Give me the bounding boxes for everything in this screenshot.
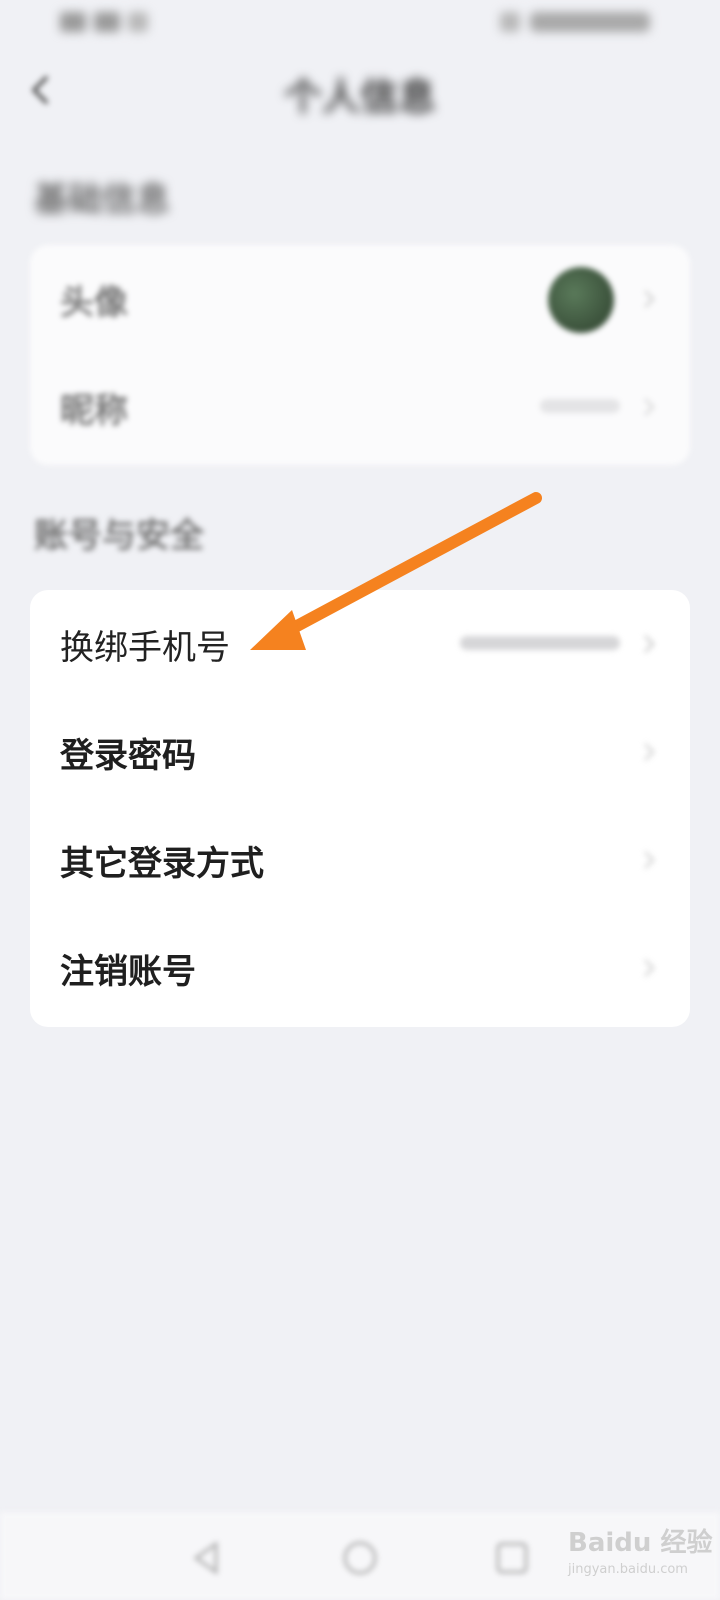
row-change-phone[interactable]: 换绑手机号 <box>30 590 690 698</box>
phone-value <box>460 636 620 650</box>
row-label: 昵称 <box>60 391 128 431</box>
chevron-right-icon <box>644 851 655 869</box>
battery-icon <box>500 12 520 32</box>
row-delete-account[interactable]: 注销账号 <box>30 914 690 1022</box>
chevron-right-icon <box>644 398 655 416</box>
account-security-card: 换绑手机号 登录密码 其它登录方式 注销账号 <box>30 590 690 1027</box>
basic-info-card: 头像 昵称 <box>30 245 690 465</box>
chevron-right-icon <box>644 743 655 761</box>
status-left-icons <box>60 12 148 32</box>
baidu-watermark: Baidu 经验 jingyan.baidu.com <box>568 1522 712 1586</box>
row-nickname[interactable]: 昵称 <box>30 353 690 461</box>
row-label: 登录密码 <box>60 736 196 776</box>
row-other-login[interactable]: 其它登录方式 <box>30 806 690 914</box>
row-label: 其它登录方式 <box>60 844 264 884</box>
chevron-right-icon <box>644 635 655 653</box>
row-label: 注销账号 <box>60 952 196 992</box>
network-icon <box>94 12 120 32</box>
square-recent-icon[interactable] <box>492 1538 532 1578</box>
chevron-right-icon <box>644 290 655 308</box>
row-login-password[interactable]: 登录密码 <box>30 698 690 806</box>
avatar[interactable] <box>548 267 614 333</box>
row-label: 头像 <box>60 283 128 323</box>
status-indicators <box>530 12 650 32</box>
status-bar <box>0 0 720 52</box>
signal-icon <box>60 12 86 32</box>
status-right-icons <box>500 12 650 32</box>
chevron-right-icon <box>644 959 655 977</box>
section-header-account: 账号与安全 <box>34 516 204 556</box>
row-avatar[interactable]: 头像 <box>30 245 690 353</box>
nav-bar: 个人信息 <box>0 52 720 128</box>
nickname-value <box>540 399 620 413</box>
watermark-brand: Baidu 经验 <box>568 1528 713 1558</box>
row-label: 换绑手机号 <box>60 628 230 668</box>
watermark-url: jingyan.baidu.com <box>568 1562 688 1577</box>
section-header-basic: 基础信息 <box>34 180 170 220</box>
page-title: 个人信息 <box>283 74 436 119</box>
notification-icon <box>128 12 148 32</box>
circle-home-icon[interactable] <box>340 1538 380 1578</box>
triangle-back-icon[interactable] <box>186 1538 226 1578</box>
